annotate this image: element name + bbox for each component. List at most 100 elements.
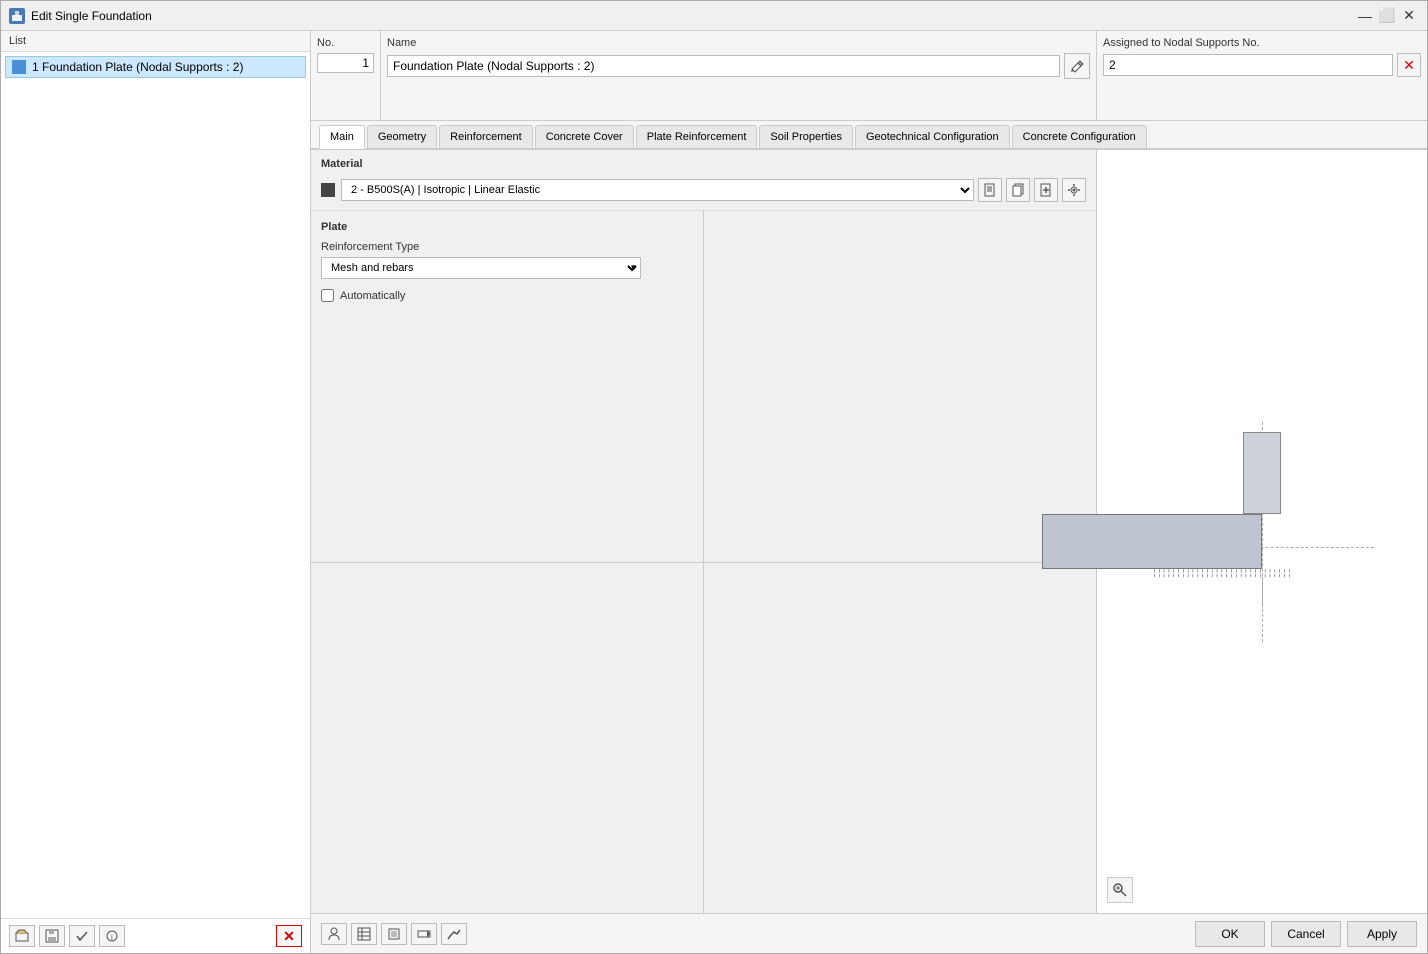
window-icon — [9, 8, 25, 24]
clear-icon: ✕ — [1403, 57, 1415, 74]
tab-concrete-cover[interactable]: Concrete Cover — [535, 125, 634, 148]
form-bottom-row — [311, 563, 1096, 914]
no-section: No. 1 — [311, 31, 381, 120]
bottom-left-area — [311, 563, 704, 914]
bottom-icon-2[interactable] — [351, 923, 377, 945]
save-icon — [45, 929, 59, 943]
no-input[interactable]: 1 — [317, 53, 374, 73]
ok-button[interactable]: OK — [1195, 921, 1265, 947]
list-header: List — [1, 31, 310, 52]
copy-icon — [1011, 183, 1025, 197]
title-bar-left: Edit Single Foundation — [9, 8, 152, 24]
tick-marks: ╎╎╎╎╎╎╎╎╎╎╎╎╎╎╎╎╎╎╎╎╎╎╎╎╎╎╎╎╎ — [1152, 569, 1292, 578]
bottom-icon-5[interactable] — [441, 923, 467, 945]
assigned-input[interactable] — [1103, 54, 1393, 76]
reinforcement-type-select-wrapper: Mesh and rebars Mesh only Rebars only — [321, 257, 641, 279]
form-top-row: Plate Reinforcement Type Mesh and rebars… — [311, 211, 1096, 563]
open-button[interactable] — [9, 925, 35, 947]
info-icon: i — [105, 929, 119, 943]
material-color-square — [321, 183, 335, 197]
material-select[interactable]: 2 - B500S(A) | Isotropic | Linear Elasti… — [341, 179, 974, 201]
check-button[interactable] — [69, 925, 95, 947]
plate-label: Plate — [321, 221, 693, 233]
zoom-icon[interactable] — [1107, 877, 1133, 903]
main-window: Edit Single Foundation — ⬜ ✕ List 1 Foun… — [0, 0, 1428, 954]
arrow-icon — [417, 927, 431, 941]
right-panel: No. 1 Name — [311, 31, 1427, 953]
tab-main[interactable]: Main — [319, 125, 365, 149]
chart-icon — [447, 927, 461, 941]
apply-button[interactable]: Apply — [1347, 921, 1417, 947]
assigned-section: Assigned to Nodal Supports No. ✕ — [1097, 31, 1427, 120]
bottom-bar: OK Cancel Apply — [311, 913, 1427, 953]
left-panel-footer: i ✕ — [1, 918, 310, 953]
save-button[interactable] — [39, 925, 65, 947]
svg-text:i: i — [111, 933, 113, 942]
material-section: Material 2 - B500S(A) | Isotropic | Line… — [311, 150, 1096, 211]
name-input[interactable] — [387, 55, 1060, 77]
tab-reinforcement[interactable]: Reinforcement — [439, 125, 533, 148]
reinforcement-type-select[interactable]: Mesh and rebars Mesh only Rebars only — [321, 257, 641, 279]
left-panel: List 1 Foundation Plate (Nodal Supports … — [1, 31, 311, 953]
delete-icon: ✕ — [283, 928, 295, 945]
person-icon — [327, 927, 341, 941]
book-icon — [983, 183, 997, 197]
window-controls: — ⬜ ✕ — [1355, 6, 1419, 26]
info-button[interactable]: i — [99, 925, 125, 947]
form-grid: Plate Reinforcement Type Mesh and rebars… — [311, 211, 1096, 913]
assigned-clear-button[interactable]: ✕ — [1397, 53, 1421, 77]
list-item-label: 1 Foundation Plate (Nodal Supports : 2) — [32, 60, 243, 74]
title-bar: Edit Single Foundation — ⬜ ✕ — [1, 1, 1427, 31]
name-section: Name — [381, 31, 1097, 120]
bottom-icon-1[interactable] — [321, 923, 347, 945]
material-row: 2 - B500S(A) | Isotropic | Linear Elasti… — [321, 178, 1086, 202]
automatically-label: Automatically — [340, 290, 405, 302]
bottom-left-icons — [321, 923, 467, 945]
top-right-area — [704, 211, 1096, 562]
automatically-row: Automatically — [321, 289, 693, 302]
tab-geometry[interactable]: Geometry — [367, 125, 437, 148]
close-button[interactable]: ✕ — [1399, 6, 1419, 26]
tab-geotechnical-configuration[interactable]: Geotechnical Configuration — [855, 125, 1010, 148]
edit-icon — [1070, 59, 1084, 73]
preview-area: ╎╎╎╎╎╎╎╎╎╎╎╎╎╎╎╎╎╎╎╎╎╎╎╎╎╎╎╎╎ — [1097, 150, 1427, 913]
table-icon — [357, 927, 371, 941]
content-area: Main Geometry Reinforcement Concrete Cov… — [311, 121, 1427, 913]
window-title: Edit Single Foundation — [31, 9, 152, 23]
delete-button[interactable]: ✕ — [276, 925, 302, 947]
check-icon — [75, 929, 89, 943]
plate-shape — [1042, 514, 1262, 569]
reinforcement-type-label: Reinforcement Type — [321, 241, 693, 253]
column-shape — [1243, 432, 1281, 514]
new-icon — [1039, 183, 1053, 197]
material-book-button[interactable] — [978, 178, 1002, 202]
shape-icon — [387, 927, 401, 941]
tab-soil-properties[interactable]: Soil Properties — [759, 125, 853, 148]
material-section-label: Material — [321, 158, 1086, 170]
list-item[interactable]: 1 Foundation Plate (Nodal Supports : 2) — [5, 56, 306, 78]
restore-button[interactable]: ⬜ — [1377, 6, 1397, 26]
extension-line — [1262, 577, 1263, 607]
name-edit-button[interactable] — [1064, 53, 1090, 79]
plate-section: Plate Reinforcement Type Mesh and rebars… — [311, 211, 704, 562]
list-content: 1 Foundation Plate (Nodal Supports : 2) — [1, 52, 310, 918]
main-content: List 1 Foundation Plate (Nodal Supports … — [1, 31, 1427, 953]
automatically-checkbox[interactable] — [321, 289, 334, 302]
material-new-button[interactable] — [1034, 178, 1058, 202]
cancel-button[interactable]: Cancel — [1271, 921, 1341, 947]
tabs-bar: Main Geometry Reinforcement Concrete Cov… — [311, 121, 1427, 150]
top-section: No. 1 Name — [311, 31, 1427, 121]
reinforcement-type-group: Reinforcement Type Mesh and rebars Mesh … — [321, 241, 693, 279]
bottom-icon-4[interactable] — [411, 923, 437, 945]
form-area: Material 2 - B500S(A) | Isotropic | Line… — [311, 150, 1097, 913]
tab-concrete-configuration[interactable]: Concrete Configuration — [1012, 125, 1147, 148]
tab-content: Material 2 - B500S(A) | Isotropic | Line… — [311, 150, 1427, 913]
name-label: Name — [387, 37, 1090, 49]
tab-plate-reinforcement[interactable]: Plate Reinforcement — [636, 125, 758, 148]
minimize-button[interactable]: — — [1355, 6, 1375, 26]
bottom-buttons: OK Cancel Apply — [1195, 921, 1417, 947]
material-settings-button[interactable] — [1062, 178, 1086, 202]
material-copy-button[interactable] — [1006, 178, 1030, 202]
bottom-right-area — [704, 563, 1096, 914]
bottom-icon-3[interactable] — [381, 923, 407, 945]
